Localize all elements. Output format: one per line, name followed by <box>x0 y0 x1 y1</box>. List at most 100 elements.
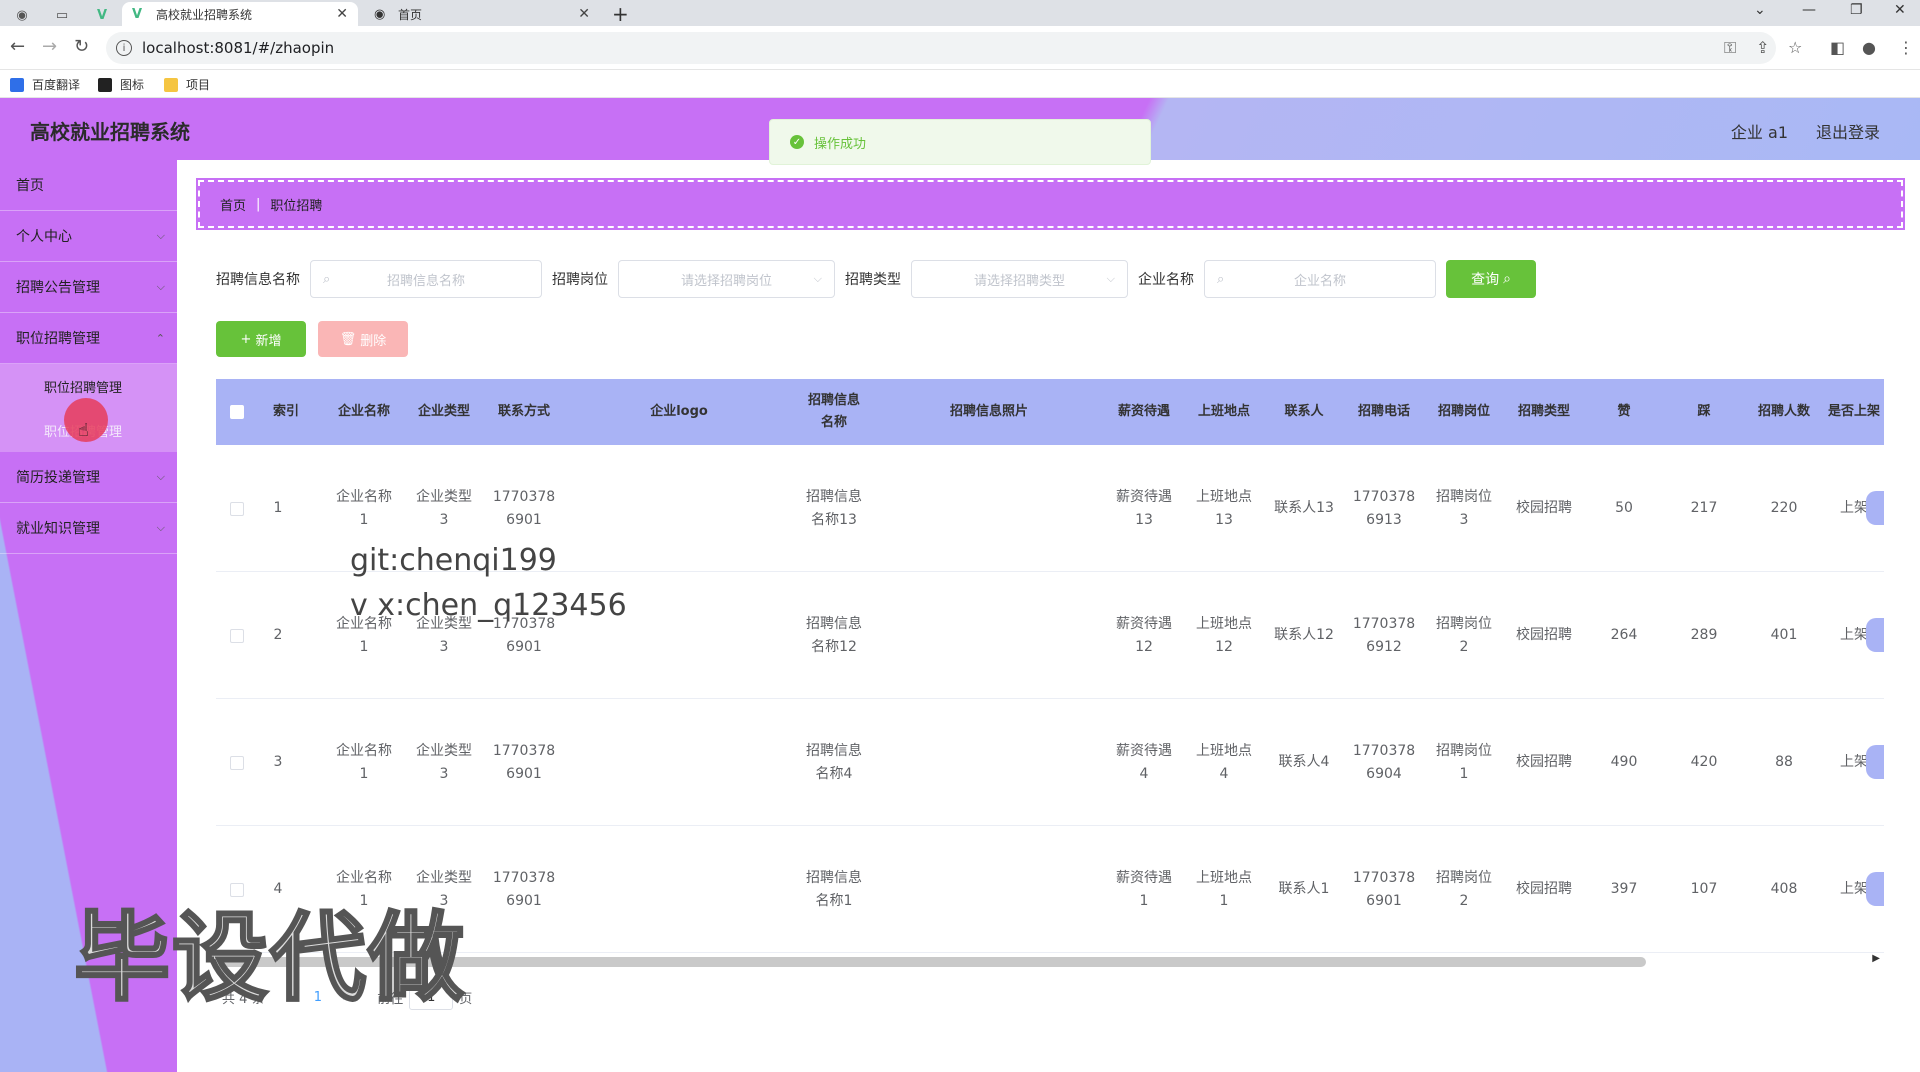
cell-post: 招聘岗位 2 <box>1436 615 1492 655</box>
placeholder-text: 招聘信息名称 <box>386 273 465 289</box>
chevron-down-icon: ⌵ <box>156 280 165 293</box>
logout-link[interactable]: 退出登录 <box>1816 119 1880 143</box>
close-window-icon[interactable]: ✕ <box>1894 2 1906 18</box>
cell-index: 1 <box>273 500 283 516</box>
col-header: 索引 <box>272 404 299 419</box>
blank-tab-icon[interactable]: ▭ <box>46 4 78 26</box>
row-checkbox[interactable] <box>224 572 250 699</box>
sidebar-item-resume[interactable]: 简历投递管理 ⌵ <box>0 452 177 503</box>
info-icon[interactable]: i <box>116 40 132 56</box>
close-icon[interactable]: ✕ <box>578 6 590 22</box>
sidebar-item-jobs[interactable]: 职位招聘管理 ⌃ <box>0 313 177 364</box>
delete-label: 删除 <box>360 333 387 349</box>
translate-icon <box>10 77 24 92</box>
sidebar-item-label: 个人中心 <box>16 229 72 245</box>
chevron-down-icon[interactable]: ⌄ <box>1754 2 1766 18</box>
plus-icon: + <box>240 331 252 347</box>
star-icon[interactable]: ☆ <box>1788 38 1802 57</box>
query-button[interactable]: 查询 ⌕ <box>1446 260 1536 298</box>
col-header: 踩 <box>1697 404 1711 419</box>
cell-location: 上班地点 12 <box>1196 615 1252 655</box>
search-label: 招聘岗位 <box>552 272 608 288</box>
col-header: 企业logo <box>650 404 708 419</box>
row-action-button[interactable] <box>1866 745 1884 779</box>
sidebar-item-knowledge[interactable]: 就业知识管理 ⌵ <box>0 503 177 554</box>
bookmark-label: 项目 <box>186 78 211 92</box>
horizontal-scrollbar[interactable]: ▶ <box>216 953 1884 967</box>
url-field[interactable]: i localhost:8081/#/zhaopin <box>106 32 1776 64</box>
vue-icon[interactable]: V <box>86 4 118 26</box>
sidebar-item-notice[interactable]: 招聘公告管理 ⌵ <box>0 262 177 313</box>
cell-dislike: 289 <box>1690 627 1718 643</box>
breadcrumb-separator: | <box>256 196 261 212</box>
row-checkbox[interactable] <box>224 699 250 826</box>
app-title: 高校就业招聘系统 <box>30 120 190 144</box>
sidebar-item-home[interactable]: 首页 <box>0 160 177 211</box>
cell-phone: 1770378 6904 <box>1352 742 1416 782</box>
row-action-button[interactable] <box>1866 872 1884 906</box>
forward-icon[interactable]: → <box>42 36 57 57</box>
delete-button[interactable]: 🗑 删除 <box>318 321 408 357</box>
placeholder-text: 企业名称 <box>1293 273 1346 289</box>
browser-tab-bar: ◉ ▭ V V 高校就业招聘系统 ✕ ◉ 首页 ✕ + ⌄ — ❐ ✕ <box>0 0 1920 26</box>
cell-count: 88 <box>1775 754 1793 770</box>
cell-location: 上班地点 13 <box>1196 488 1252 528</box>
success-toast: ✓ 操作成功 <box>769 119 1151 165</box>
table-row: 3 企业名称 1 企业类型 3 1770378 6901 招聘信息 名称4 薪资… <box>216 699 1884 826</box>
add-label: 新增 <box>255 333 282 349</box>
minimize-icon[interactable]: — <box>1802 2 1816 18</box>
row-action-button[interactable] <box>1866 618 1884 652</box>
globe-icon[interactable]: ◉ <box>6 4 38 26</box>
cell-location: 上班地点 4 <box>1196 742 1252 782</box>
image-icon <box>98 77 112 92</box>
chevron-down-icon: ⌵ <box>813 272 822 285</box>
profile-icon[interactable]: ● <box>1862 38 1876 57</box>
browser-tab[interactable]: ◉ 首页 ✕ <box>364 2 600 26</box>
type-select[interactable]: 请选择招聘类型 ⌵ <box>911 260 1128 298</box>
col-header: 企业名称 <box>337 404 390 419</box>
col-header: 薪资待遇 <box>1117 404 1170 419</box>
menu-dots-icon[interactable]: ⋮ <box>1898 38 1914 57</box>
cell-location: 上班地点 1 <box>1196 869 1252 909</box>
sidepanel-icon[interactable]: ◧ <box>1830 38 1845 57</box>
new-tab-icon[interactable]: + <box>612 2 629 26</box>
reload-icon[interactable]: ↻ <box>74 36 89 57</box>
add-button[interactable]: + 新增 <box>216 321 306 357</box>
info-name-input[interactable]: ⌕ 招聘信息名称 <box>310 260 542 298</box>
cell-index: 3 <box>273 754 283 770</box>
post-select[interactable]: 请选择招聘岗位 ⌵ <box>618 260 835 298</box>
breadcrumb-home[interactable]: 首页 <box>220 195 246 214</box>
sidebar-item-label: 首页 <box>16 178 44 194</box>
toast-message: 操作成功 <box>814 136 867 152</box>
cell-recruit-type: 校园招聘 <box>1516 500 1572 516</box>
select-all-checkbox[interactable] <box>224 379 250 445</box>
cell-dislike: 217 <box>1690 500 1718 516</box>
bookmark-item[interactable]: 项目 <box>164 76 210 93</box>
share-icon[interactable]: ⇪ <box>1756 38 1769 57</box>
back-icon[interactable]: ← <box>10 36 25 57</box>
sidebar-item-personal[interactable]: 个人中心 ⌵ <box>0 211 177 262</box>
cell-phone: 1770378 6901 <box>1352 869 1416 909</box>
row-action-button[interactable] <box>1866 491 1884 525</box>
key-icon[interactable]: ⚿ <box>1724 38 1736 58</box>
table-row: 4 企业名称 1 企业类型 3 1770378 6901 招聘信息 名称1 薪资… <box>216 826 1884 953</box>
close-icon[interactable]: ✕ <box>336 6 348 22</box>
col-header: 企业类型 <box>417 404 470 419</box>
chevron-down-icon: ⌵ <box>1106 272 1115 285</box>
company-name-input[interactable]: ⌕ 企业名称 <box>1204 260 1436 298</box>
bookmark-item[interactable]: 图标 <box>98 76 144 93</box>
cell-contact: 1770378 6901 <box>492 869 556 909</box>
col-header: 联系方式 <box>497 404 550 419</box>
scroll-right-icon[interactable]: ▶ <box>1872 953 1880 964</box>
cell-like: 264 <box>1610 627 1638 643</box>
cell-salary: 薪资待遇 1 <box>1116 869 1172 909</box>
search-icon: ⌕ <box>323 271 331 287</box>
cell-recruit-type: 校园招聘 <box>1516 627 1572 643</box>
restore-icon[interactable]: ❐ <box>1850 2 1863 18</box>
row-checkbox[interactable] <box>224 445 250 572</box>
bookmark-item[interactable]: 百度翻译 <box>10 76 80 93</box>
cell-person: 联系人12 <box>1274 627 1334 643</box>
vue-icon: V <box>132 6 143 22</box>
browser-tab-active[interactable]: V 高校就业招聘系统 ✕ <box>122 2 358 26</box>
cell-recruit-type: 校园招聘 <box>1516 754 1572 770</box>
